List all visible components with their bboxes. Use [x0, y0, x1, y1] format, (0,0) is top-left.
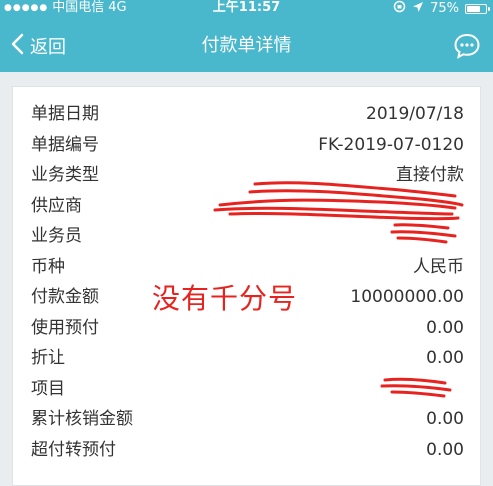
row-value: 10000000.00 [350, 287, 464, 307]
chat-icon [454, 33, 480, 59]
row-label: 折让 [31, 348, 65, 368]
chat-button[interactable] [453, 32, 481, 60]
nav-bar: 返回 付款单详情 [0, 24, 493, 68]
row-label: 累计核销金额 [31, 409, 133, 429]
status-bar: ●●●●● 中国电信 4G 上午11:57 75% [0, 0, 493, 18]
row-label: 使用预付 [31, 318, 99, 338]
row-label: 供应商 [31, 196, 82, 216]
row-discount: 折让 0.00 [13, 343, 482, 373]
row-currency: 币种 人民币 [13, 252, 482, 282]
battery-icon [465, 4, 490, 14]
row-value: 0.00 [426, 409, 464, 429]
row-label: 币种 [31, 257, 65, 277]
row-label: 业务员 [31, 226, 82, 246]
row-value: 0.00 [426, 348, 464, 368]
row-label: 单据日期 [31, 104, 99, 124]
row-value: 0.00 [426, 440, 464, 460]
row-salesperson[interactable]: 业务员 [13, 221, 482, 251]
row-label: 业务类型 [31, 165, 99, 185]
row-overpayment-to-prepayment: 超付转预付 0.00 [13, 435, 482, 465]
row-value: 0.00 [426, 318, 464, 338]
row-label: 付款金额 [31, 287, 99, 307]
row-business-type: 业务类型 直接付款 [13, 160, 482, 190]
row-prepayment-used: 使用预付 0.00 [13, 313, 482, 343]
page-title: 付款单详情 [201, 35, 292, 56]
row-value: 直接付款 [396, 165, 464, 185]
row-value: 人民币 [413, 257, 464, 277]
top-bar: ●●●●● 中国电信 4G 上午11:57 75% 返回 付款单详情 [0, 0, 493, 72]
row-value: 2019/07/18 [366, 104, 464, 124]
annotation-text: 没有千分号 [152, 282, 298, 315]
location-icon [412, 1, 424, 18]
row-supplier[interactable]: 供应商 [13, 191, 482, 221]
row-document-date: 单据日期 2019/07/18 [13, 99, 482, 129]
row-document-number: 单据编号 FK-2019-07-0120 [13, 130, 482, 160]
orientation-lock-icon [393, 0, 406, 18]
battery-percent: 75% [430, 1, 459, 16]
row-label: 项目 [31, 379, 65, 399]
row-cumulative-writeoff: 累计核销金额 0.00 [13, 404, 482, 434]
row-label: 超付转预付 [31, 440, 116, 460]
row-label: 单据编号 [31, 135, 99, 155]
row-value: FK-2019-07-0120 [318, 135, 464, 155]
row-project[interactable]: 项目 [13, 374, 482, 404]
